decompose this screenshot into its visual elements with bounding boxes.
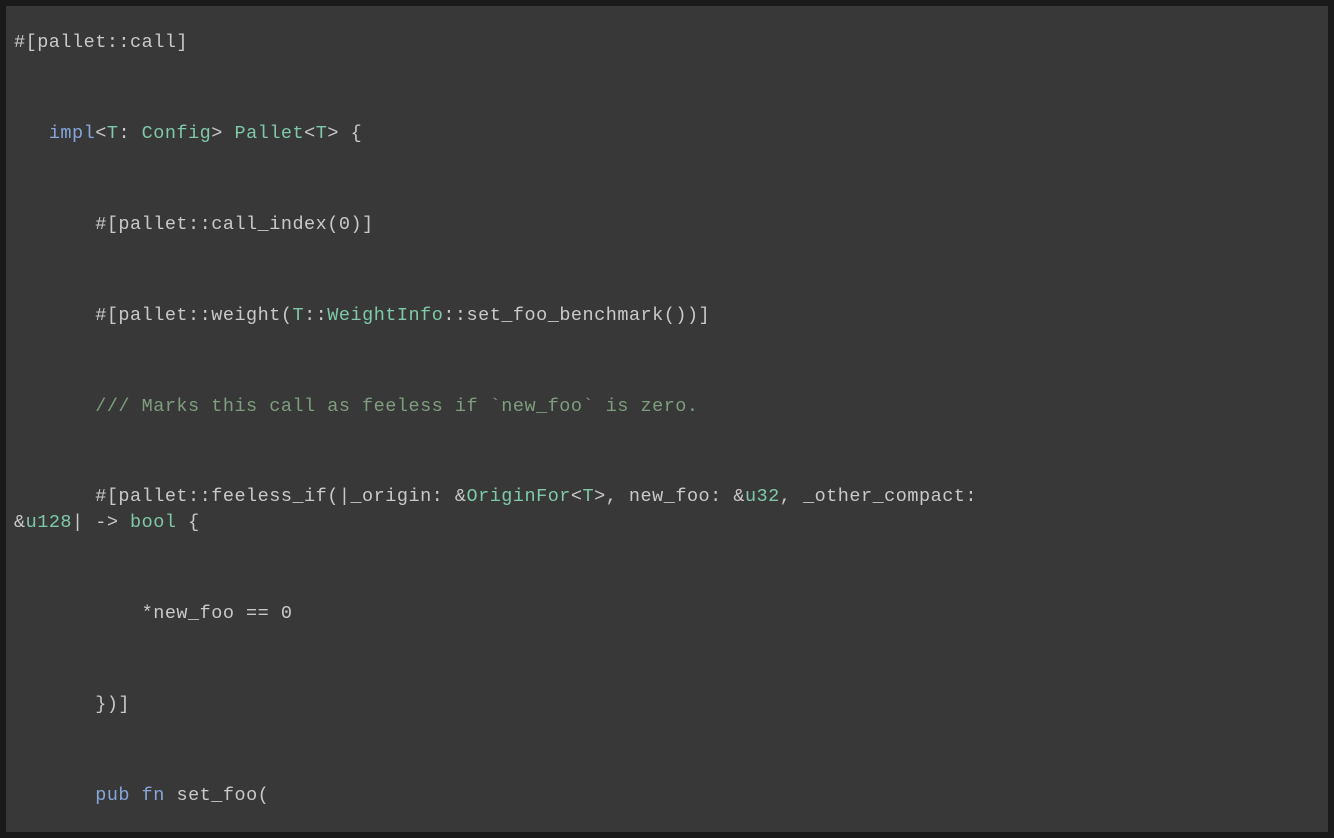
indent bbox=[14, 486, 95, 507]
code-line-2: impl<T: Config> Pallet<T> { bbox=[14, 121, 1328, 147]
attribute-text: #[pallet::call_index(0)] bbox=[95, 214, 373, 235]
code-line-6: #[pallet::feeless_if(|_origin: &OriginFo… bbox=[14, 484, 1328, 510]
type-originfor: OriginFor bbox=[466, 486, 570, 507]
angle-bracket: < bbox=[304, 123, 316, 144]
attribute-suffix: ::set_foo_benchmark())] bbox=[443, 305, 710, 326]
type-config: Config bbox=[142, 123, 212, 144]
code-line-4: #[pallet::weight(T::WeightInfo::set_foo_… bbox=[14, 303, 1328, 329]
keyword-pub: pub bbox=[95, 785, 130, 806]
type-u128: u128 bbox=[26, 512, 72, 533]
closure-arrow: | -> bbox=[72, 512, 130, 533]
close-text: })] bbox=[95, 694, 130, 715]
type-bool: bool bbox=[130, 512, 176, 533]
code-line-6b: &u128| -> bool { bbox=[14, 510, 1328, 536]
indent bbox=[14, 396, 95, 417]
code-line-7: *new_foo == 0 bbox=[14, 601, 1328, 627]
param-text: >, new_foo: & bbox=[594, 486, 745, 507]
indent bbox=[14, 214, 95, 235]
type-u32: u32 bbox=[745, 486, 780, 507]
attribute-prefix: #[pallet::weight( bbox=[95, 305, 292, 326]
code-line-8: })] bbox=[14, 692, 1328, 718]
colon: : bbox=[118, 123, 141, 144]
indent bbox=[14, 694, 95, 715]
code-line-9: pub fn set_foo( bbox=[14, 783, 1328, 809]
angle-bracket: < bbox=[571, 486, 583, 507]
space bbox=[130, 785, 142, 806]
attribute-prefix: #[pallet::feeless_if(|_origin: & bbox=[95, 486, 466, 507]
indent bbox=[14, 785, 95, 806]
colon-colon: :: bbox=[304, 305, 327, 326]
space bbox=[165, 785, 177, 806]
doc-comment: /// Marks this call as feeless if `new_f… bbox=[95, 396, 698, 417]
param-text: , _other_compact: bbox=[780, 486, 989, 507]
type-weightinfo: WeightInfo bbox=[327, 305, 443, 326]
code-line-5: /// Marks this call as feeless if `new_f… bbox=[14, 394, 1328, 420]
expression-text: *new_foo == 0 bbox=[142, 603, 293, 624]
type-t: T bbox=[583, 486, 595, 507]
code-block: #[pallet::call] impl<T: Config> Pallet<T… bbox=[6, 6, 1328, 832]
attribute-text: #[pallet::call] bbox=[14, 32, 188, 53]
type-t: T bbox=[292, 305, 304, 326]
type-pallet: Pallet bbox=[235, 123, 305, 144]
function-name: set_foo( bbox=[176, 785, 269, 806]
type-t: T bbox=[316, 123, 328, 144]
brace: { bbox=[176, 512, 199, 533]
angle-bracket: < bbox=[95, 123, 107, 144]
code-line-1: #[pallet::call] bbox=[14, 30, 1328, 56]
ampersand: & bbox=[14, 512, 26, 533]
code-line-3: #[pallet::call_index(0)] bbox=[14, 212, 1328, 238]
angle-bracket: > bbox=[211, 123, 234, 144]
indent bbox=[14, 123, 49, 144]
keyword-fn: fn bbox=[142, 785, 165, 806]
type-t: T bbox=[107, 123, 119, 144]
keyword-impl: impl bbox=[49, 123, 95, 144]
indent bbox=[14, 305, 95, 326]
brace: > { bbox=[327, 123, 362, 144]
indent bbox=[14, 603, 142, 624]
